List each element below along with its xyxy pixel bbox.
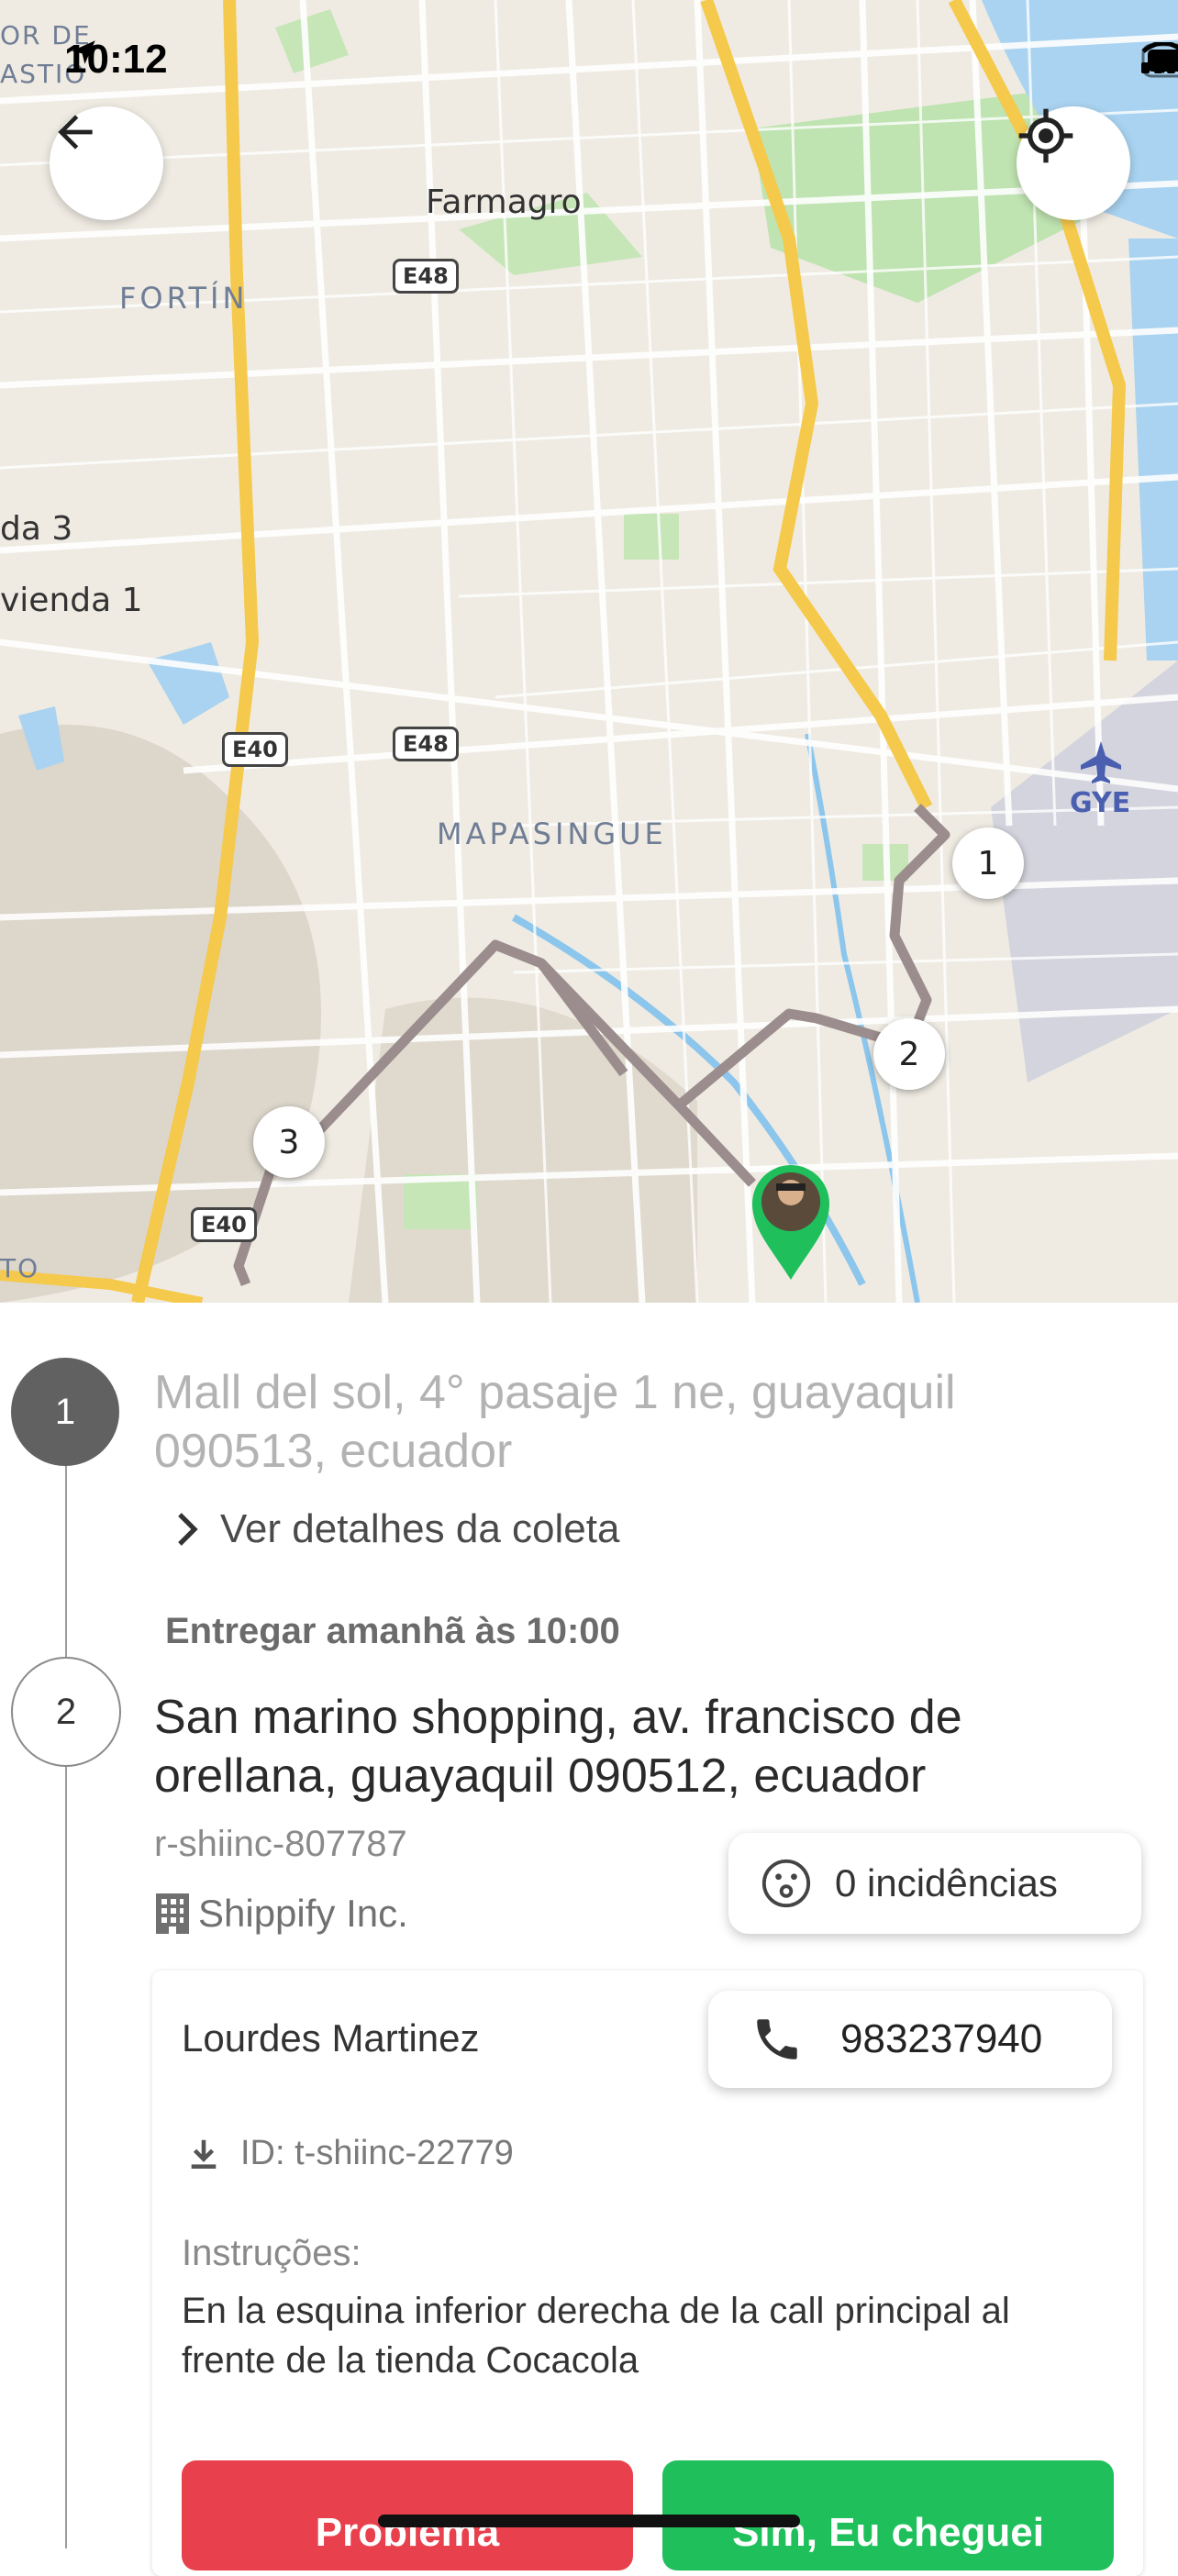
company-name: Shippify Inc. bbox=[152, 1892, 408, 1936]
tracking-id: ID: t-shiinc-22779 bbox=[187, 2134, 514, 2173]
highway-shield-e48: E48 bbox=[393, 259, 459, 294]
map-label-farmagro: Farmagro bbox=[426, 183, 582, 221]
delivery-time: Entregar amanhã às 10:00 bbox=[165, 1611, 620, 1651]
chevron-right-icon bbox=[178, 1513, 198, 1546]
map-label-fortin: FORTÍN bbox=[119, 281, 249, 316]
delivery-address: San marino shopping, av. francisco de or… bbox=[154, 1691, 962, 1803]
map-label-mapasingue: MAPASINGUE bbox=[437, 816, 667, 851]
instructions-text: En la esquina inferior derecha de la cal… bbox=[182, 2291, 1010, 2381]
surprised-face-icon bbox=[761, 1859, 811, 1908]
view-pickup-details-label: Ver detalhes da coleta bbox=[220, 1506, 620, 1551]
phone-number: 983237940 bbox=[840, 2016, 1043, 2061]
incidents-button[interactable]: 0 incidências bbox=[728, 1833, 1141, 1934]
step-2-indicator: 2 bbox=[11, 1657, 121, 1767]
map-label-vivienda: vienda 1 bbox=[0, 582, 143, 619]
map-label-gye: GYE bbox=[1070, 787, 1131, 819]
home-indicator[interactable] bbox=[378, 2515, 800, 2527]
phone-icon bbox=[757, 2019, 797, 2060]
step-1-indicator: 1 bbox=[11, 1358, 119, 1466]
map-canvas bbox=[0, 0, 1178, 1303]
instructions-label: Instruções: bbox=[182, 2233, 361, 2273]
status-bar: 10:12 bbox=[0, 0, 1178, 128]
destination-pin-icon bbox=[752, 1165, 829, 1280]
highway-shield-e40: E40 bbox=[191, 1207, 257, 1242]
map-stop-marker-3[interactable]: 3 bbox=[253, 1106, 325, 1178]
timeline-line bbox=[65, 1440, 67, 2548]
map-stop-marker-1[interactable]: 1 bbox=[952, 827, 1024, 899]
highway-shield-e40: E40 bbox=[222, 732, 288, 767]
status-time: 10:12 bbox=[64, 37, 168, 83]
map-stop-marker-2[interactable]: 2 bbox=[873, 1018, 945, 1090]
tracking-id-text: ID: t-shiinc-22779 bbox=[240, 2134, 514, 2172]
highway-shield-e48: E48 bbox=[393, 727, 459, 761]
pickup-address: Mall del sol, 4° pasaje 1 ne, guayaquil … bbox=[154, 1366, 956, 1478]
arrow-left-icon bbox=[58, 115, 93, 150]
my-location-button[interactable] bbox=[1017, 106, 1130, 220]
location-arrow-icon bbox=[72, 40, 95, 64]
building-icon bbox=[156, 1893, 189, 1934]
delivery-reference: r-shiinc-807787 bbox=[154, 1824, 407, 1864]
map-view[interactable]: Farmagro FORTÍN MAPASINGUE da 3 vienda 1… bbox=[0, 0, 1178, 1303]
back-button[interactable] bbox=[50, 106, 163, 220]
battery-icon bbox=[1141, 43, 1178, 78]
map-label-da3: da 3 bbox=[0, 510, 73, 548]
incidents-count: 0 incidências bbox=[835, 1861, 1058, 1904]
map-label-corner-bottom: TO bbox=[0, 1253, 40, 1283]
company-name-text: Shippify Inc. bbox=[198, 1892, 408, 1935]
call-button[interactable]: 983237940 bbox=[708, 1991, 1112, 2088]
contact-name: Lourdes Martinez bbox=[182, 2016, 480, 2060]
crosshair-location-icon bbox=[1018, 108, 1073, 163]
view-pickup-details-link[interactable]: Ver detalhes da coleta bbox=[174, 1506, 619, 1552]
download-icon bbox=[191, 2139, 217, 2169]
